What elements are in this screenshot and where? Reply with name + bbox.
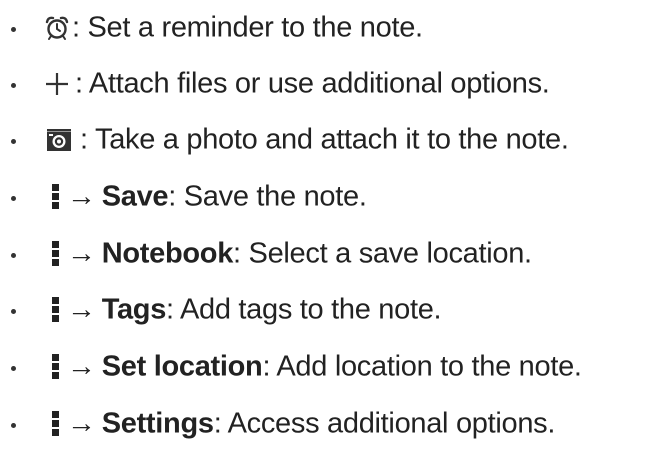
- arrow-icon: →: [67, 237, 96, 270]
- arrow-icon: →: [67, 407, 96, 440]
- more-options-icon: [52, 184, 59, 210]
- arrow-icon: →: [67, 293, 96, 326]
- more-options-icon: [52, 354, 59, 380]
- more-options-icon: [52, 297, 59, 323]
- arrow-icon: →: [67, 180, 96, 213]
- bullet-icon: [11, 139, 16, 144]
- item-text: → Settings: Access additional options.: [67, 407, 556, 440]
- list-item-settings: → Settings: Access additional options.: [0, 404, 662, 444]
- alarm-clock-icon: [44, 15, 70, 41]
- list-item-attach: : Attach files or use additional options…: [0, 64, 662, 104]
- item-text: : Take a photo and attach it to the note…: [80, 123, 569, 156]
- bullet-icon: [11, 196, 16, 201]
- item-text: → Save: Save the note.: [67, 180, 367, 213]
- item-text: → Notebook: Select a save location.: [67, 237, 532, 270]
- bullet-icon: [11, 366, 16, 371]
- list-item-reminder: : Set a reminder to the note.: [0, 8, 662, 48]
- bullet-icon: [11, 309, 16, 314]
- item-text: → Tags: Add tags to the note.: [67, 293, 442, 326]
- list-item-set-location: → Set location: Add location to the note.: [0, 347, 662, 387]
- bullet-icon: [11, 83, 16, 88]
- item-text: → Set location: Add location to the note.: [67, 350, 582, 383]
- item-text: : Set a reminder to the note.: [72, 11, 423, 44]
- camera-icon: [46, 127, 72, 153]
- bullet-icon: [11, 27, 16, 32]
- bullet-icon: [11, 253, 16, 258]
- item-text: : Attach files or use additional options…: [75, 67, 550, 100]
- options-list: : Set a reminder to the note. : Attach f…: [0, 0, 662, 459]
- more-options-icon: [52, 411, 59, 437]
- arrow-icon: →: [67, 350, 96, 383]
- list-item-tags: → Tags: Add tags to the note.: [0, 290, 662, 330]
- list-item-save: → Save: Save the note.: [0, 177, 662, 217]
- more-options-icon: [52, 241, 59, 267]
- bullet-icon: [11, 423, 16, 428]
- list-item-notebook: → Notebook: Select a save location.: [0, 234, 662, 274]
- plus-icon: [44, 71, 70, 97]
- list-item-camera: : Take a photo and attach it to the note…: [0, 120, 662, 160]
